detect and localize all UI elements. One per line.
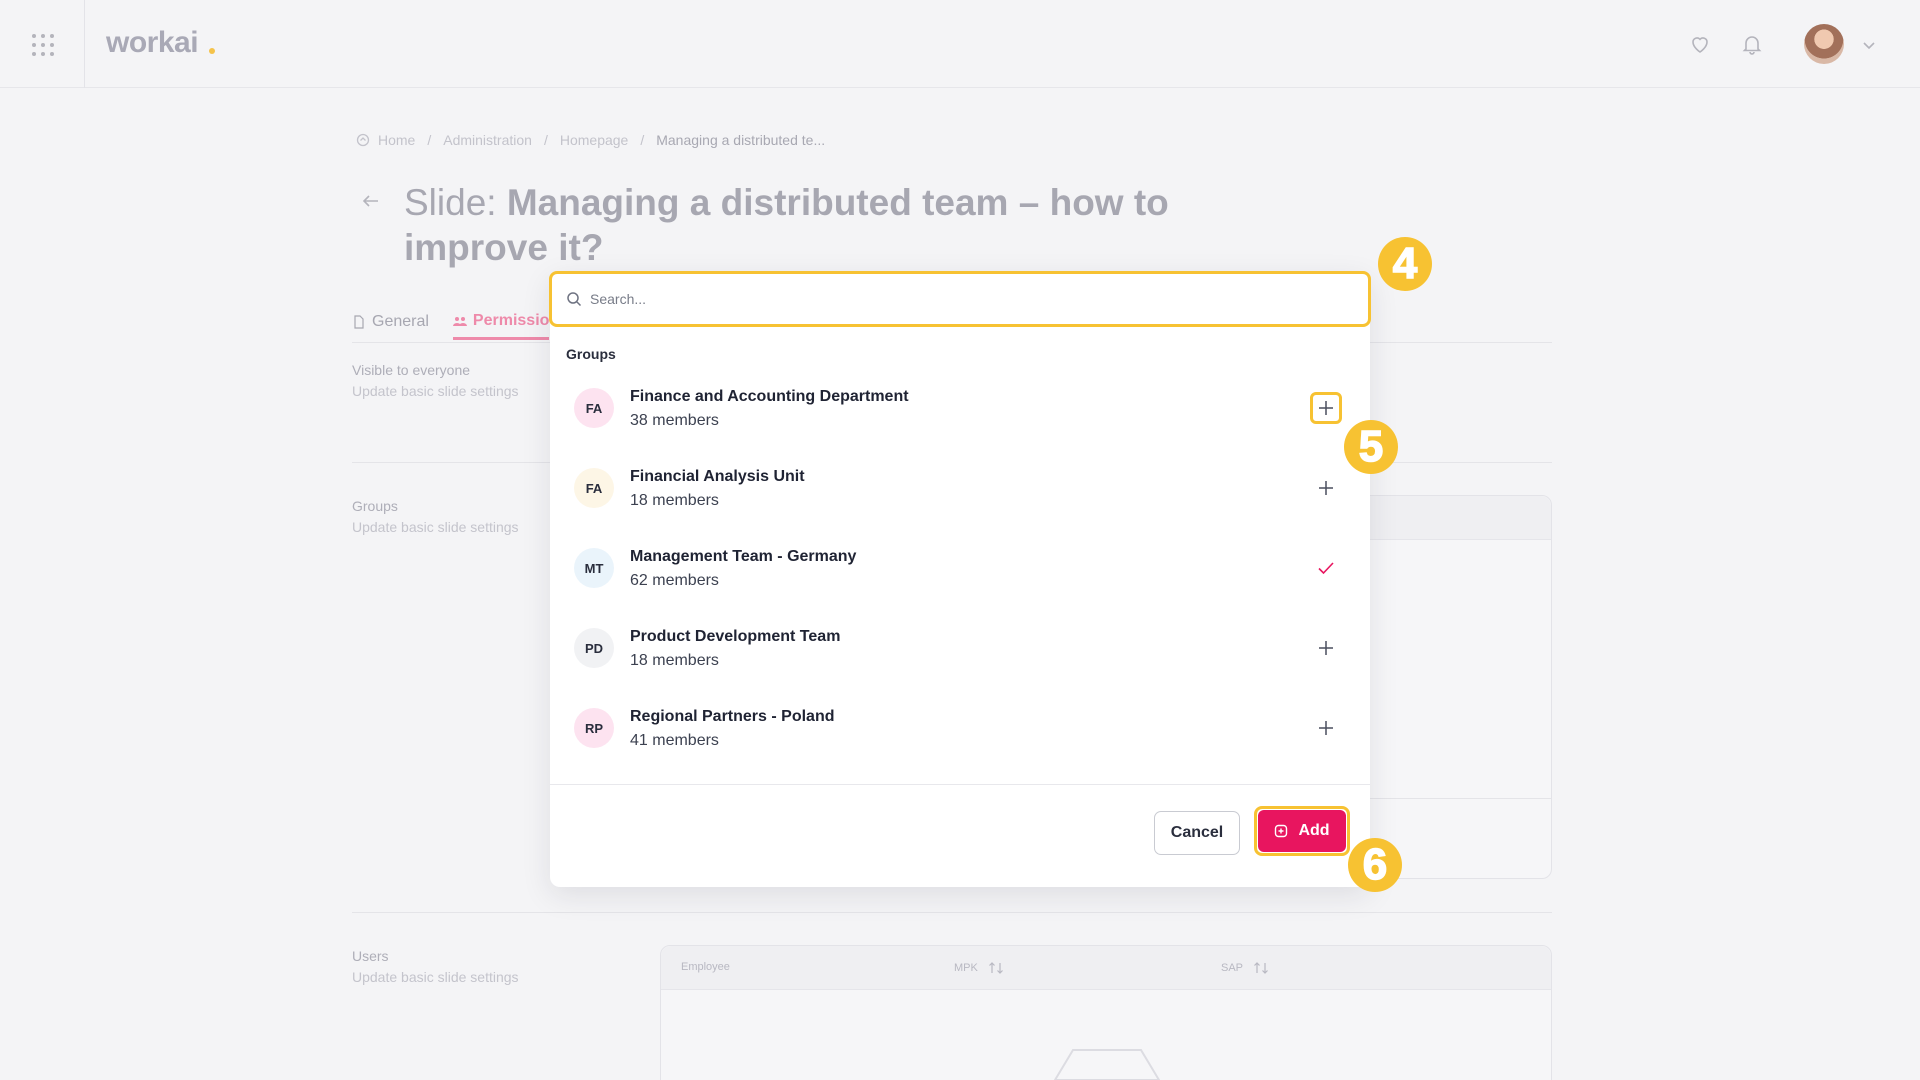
users-table-header: Employee MPK SAP xyxy=(661,946,1551,990)
app-logo[interactable]: workai xyxy=(106,26,199,60)
tab-permissions[interactable]: Permissio xyxy=(452,304,550,340)
group-avatar: FA xyxy=(574,388,614,428)
group-name: Management Team - Germany xyxy=(630,548,857,565)
group-name: Finance and Accounting Department xyxy=(630,388,909,405)
group-avatar: MT xyxy=(574,548,614,588)
home-icon xyxy=(356,133,370,147)
selected-group-button[interactable] xyxy=(1312,554,1340,582)
group-row[interactable]: FA Finance and Accounting Department 38 … xyxy=(574,378,1344,438)
add-group-button[interactable] xyxy=(1310,392,1342,424)
group-avatar: FA xyxy=(574,468,614,508)
tab-permissions-label: Permissio xyxy=(472,311,550,329)
search-icon xyxy=(567,292,582,307)
group-members-count: 62 members xyxy=(630,572,719,589)
breadcrumb-homepage[interactable]: Homepage xyxy=(560,132,629,148)
column-mpk[interactable]: MPK xyxy=(954,961,1004,975)
cancel-button[interactable]: Cancel xyxy=(1154,811,1240,855)
section-divider xyxy=(352,912,1552,913)
page-title-prefix: Slide: xyxy=(404,182,507,223)
group-name: Regional Partners - Poland xyxy=(630,708,835,725)
step-badge-6: 6 xyxy=(1348,838,1402,892)
column-sap[interactable]: SAP xyxy=(1221,961,1269,975)
search-field[interactable] xyxy=(549,271,1371,327)
search-input[interactable] xyxy=(590,284,1350,314)
groups-list-heading: Groups xyxy=(566,346,616,362)
breadcrumb-administration[interactable]: Administration xyxy=(443,132,532,148)
column-employee[interactable]: Employee xyxy=(681,961,730,973)
users-section-title: Users xyxy=(352,948,389,964)
document-icon xyxy=(354,315,364,329)
group-members-count: 18 members xyxy=(630,492,719,509)
add-group-button[interactable] xyxy=(1312,634,1340,662)
user-avatar[interactable] xyxy=(1804,24,1844,64)
plus-icon xyxy=(1319,721,1333,735)
back-arrow-icon[interactable] xyxy=(360,190,382,212)
tabs: General Permissio xyxy=(352,304,550,340)
group-name: Financial Analysis Unit xyxy=(630,468,805,485)
topbar-divider xyxy=(84,0,85,88)
page-title-main: Managing a distributed team – how to imp… xyxy=(404,182,1169,268)
modal-footer-divider xyxy=(550,784,1370,785)
group-members-count: 41 members xyxy=(630,732,719,749)
add-button-label: Add xyxy=(1298,822,1330,839)
users-section-subtitle: Update basic slide settings xyxy=(352,969,519,985)
breadcrumb-separator: / xyxy=(427,132,432,148)
breadcrumb-home[interactable]: Home xyxy=(378,132,415,148)
add-button[interactable]: Add xyxy=(1258,810,1346,852)
breadcrumb-separator: / xyxy=(543,132,548,148)
users-table-card: Employee MPK SAP xyxy=(660,945,1552,1080)
breadcrumb: Home / Administration / Homepage / Manag… xyxy=(356,130,825,150)
group-row[interactable]: RP Regional Partners - Poland 41 members xyxy=(574,698,1344,758)
groups-section-subtitle: Update basic slide settings xyxy=(352,519,519,535)
groups-section-title: Groups xyxy=(352,498,398,514)
group-row[interactable]: FA Financial Analysis Unit 18 members xyxy=(574,458,1344,518)
page-title: Slide: Managing a distributed team – how… xyxy=(404,180,1204,270)
add-group-button[interactable] xyxy=(1312,474,1340,502)
group-name: Product Development Team xyxy=(630,628,841,645)
top-bar: workai xyxy=(0,0,1920,88)
visible-section-subtitle: Update basic slide settings xyxy=(352,383,519,399)
column-mpk-label: MPK xyxy=(954,962,978,974)
tab-general-label: General xyxy=(372,313,429,330)
group-avatar: PD xyxy=(574,628,614,668)
bell-icon[interactable] xyxy=(1740,32,1764,56)
group-row[interactable]: PD Product Development Team 18 members xyxy=(574,618,1344,678)
sort-icon[interactable] xyxy=(1253,961,1269,975)
group-row[interactable]: MT Management Team - Germany 62 members xyxy=(574,538,1344,598)
plus-icon xyxy=(1319,401,1333,415)
heart-icon[interactable] xyxy=(1688,32,1712,56)
apps-grid-icon[interactable] xyxy=(32,34,54,56)
plus-icon xyxy=(1319,481,1333,495)
group-avatar: RP xyxy=(574,708,614,748)
users-icon xyxy=(452,316,467,326)
group-members-count: 18 members xyxy=(630,652,719,669)
add-icon xyxy=(1275,824,1288,838)
visible-section-title: Visible to everyone xyxy=(352,362,471,378)
add-group-button[interactable] xyxy=(1312,714,1340,742)
step-badge-4: 4 xyxy=(1378,237,1432,291)
tab-general[interactable]: General xyxy=(352,304,429,340)
empty-state-illustration-icon xyxy=(1053,1049,1161,1080)
plus-icon xyxy=(1319,641,1333,655)
chevron-down-icon[interactable] xyxy=(1862,38,1876,52)
check-icon xyxy=(1318,562,1334,575)
column-employee-label: Employee xyxy=(681,961,730,973)
breadcrumb-current: Managing a distributed te... xyxy=(656,132,826,148)
sort-icon[interactable] xyxy=(988,961,1004,975)
breadcrumb-separator: / xyxy=(640,132,645,148)
step-badge-5: 5 xyxy=(1344,420,1398,474)
logo-dot xyxy=(209,48,215,54)
column-sap-label: SAP xyxy=(1221,962,1244,974)
group-members-count: 38 members xyxy=(630,412,719,429)
